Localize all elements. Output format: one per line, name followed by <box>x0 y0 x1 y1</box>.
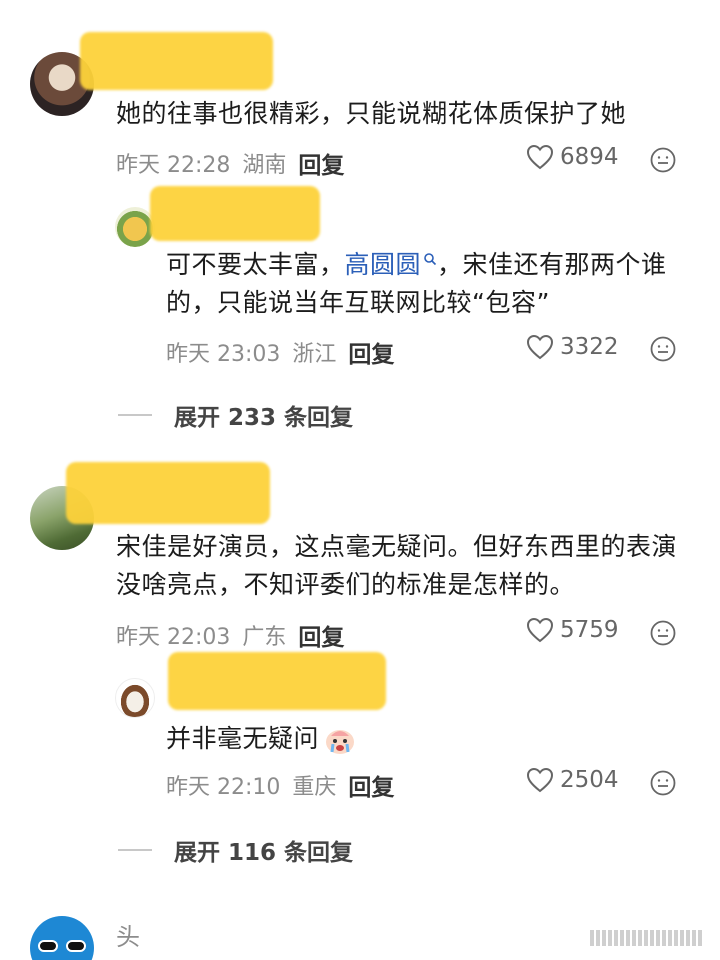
smile-face-icon[interactable] <box>650 336 676 362</box>
reply-time: 昨天 23:03 <box>166 342 281 367</box>
comment-location: 湖南 <box>242 153 287 178</box>
redacted-username <box>80 32 273 90</box>
comment-text: 宋佳是好演员，这点毫无疑问。但好东西里的表演没啥亮点，不知评委们的标准是怎样的。 <box>116 532 678 599</box>
expand-replies-button[interactable]: 展开 116 条回复 <box>118 833 353 867</box>
expand-replies-label: 展开 233 条回复 <box>174 405 354 431</box>
expand-replies-button[interactable]: 展开 233 条回复 <box>118 398 353 432</box>
like-count: 3322 <box>560 334 619 360</box>
comment-time: 昨天 22:03 <box>116 625 231 650</box>
like-count: 6894 <box>560 144 619 170</box>
divider-line <box>118 849 152 851</box>
redacted-username <box>66 462 270 524</box>
like-button[interactable]: 2504 <box>526 767 619 793</box>
smile-face-icon[interactable] <box>650 770 676 796</box>
reply-text: 并非毫无疑问 <box>166 720 466 758</box>
reply-button[interactable]: 回复 <box>348 768 394 802</box>
expand-replies-label: 展开 116 条回复 <box>174 840 354 866</box>
heart-outline-icon <box>526 144 554 170</box>
like-button[interactable]: 3322 <box>526 334 619 360</box>
reply-meta: 昨天 23:03 浙江 回复 <box>166 335 394 369</box>
watermark <box>590 930 708 946</box>
crying-emoji-icon <box>326 730 355 754</box>
heart-outline-icon <box>526 617 554 643</box>
reply-location: 浙江 <box>292 342 337 367</box>
reply-button[interactable]: 回复 <box>298 618 344 652</box>
reply-text-part: 并非毫无疑问 <box>166 724 320 753</box>
like-button[interactable]: 6894 <box>526 144 619 170</box>
divider-line <box>118 414 152 416</box>
comment-meta: 昨天 22:28 湖南 回复 <box>116 146 344 180</box>
commenter-avatar[interactable] <box>30 916 94 960</box>
reply-text-part: 可不要太丰富， <box>166 250 345 279</box>
reply-avatar[interactable] <box>115 207 155 247</box>
mention-label: 高圆圆 <box>344 250 422 279</box>
redacted-username <box>150 186 320 241</box>
reply-avatar[interactable] <box>115 678 155 718</box>
reply-meta: 昨天 22:10 重庆 回复 <box>166 768 394 802</box>
smile-face-icon[interactable] <box>650 147 676 173</box>
mention-link[interactable]: 高圆圆 <box>345 250 438 279</box>
search-mention-icon <box>424 253 437 266</box>
redacted-username <box>168 652 386 710</box>
comment-text: 她的往事也很精彩，只能说糊花体质保护了她 <box>116 99 627 128</box>
comment-location: 广东 <box>242 625 287 650</box>
reply-location: 重庆 <box>292 775 337 800</box>
heart-outline-icon <box>526 767 554 793</box>
comment-time: 昨天 22:28 <box>116 153 231 178</box>
reply-time: 昨天 22:10 <box>166 775 281 800</box>
heart-outline-icon <box>526 334 554 360</box>
reply-button[interactable]: 回复 <box>298 146 344 180</box>
commenter-name: 头 <box>116 923 141 951</box>
like-count: 2504 <box>560 767 619 793</box>
reply-button[interactable]: 回复 <box>348 335 394 369</box>
sunglasses-graphic <box>38 940 86 952</box>
like-count: 5759 <box>560 617 619 643</box>
comment-meta: 昨天 22:03 广东 回复 <box>116 618 344 652</box>
reply-text: 可不要太丰富，高圆圆 ，宋佳还有那两个谁的，只能说当年互联网比较“包容” <box>166 246 686 322</box>
like-button[interactable]: 5759 <box>526 617 619 643</box>
smile-face-icon[interactable] <box>650 620 676 646</box>
